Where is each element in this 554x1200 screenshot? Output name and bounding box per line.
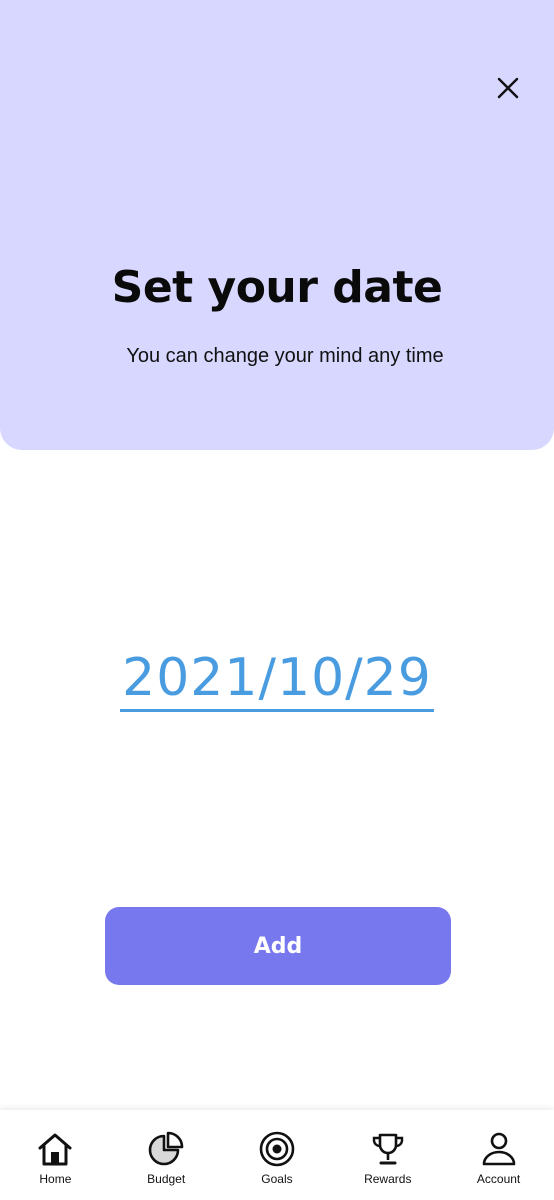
date-picker-field[interactable]: 2021/10/29 [0,648,554,712]
header-panel: Set your date You can change your mind a… [0,0,554,450]
target-icon [257,1130,297,1168]
nav-label-rewards: Rewards [364,1172,412,1186]
nav-item-rewards[interactable]: Rewards [338,1130,438,1186]
nav-label-goals: Goals [261,1172,293,1186]
page-title: Set your date [111,262,443,313]
nav-item-goals[interactable]: Goals [227,1130,327,1186]
nav-label-account: Account [476,1172,521,1186]
page-subtitle: You can change your mind any time [126,345,444,367]
trophy-icon [368,1130,408,1168]
pie-chart-icon [146,1130,186,1168]
nav-label-budget: Budget [147,1172,186,1186]
add-button[interactable]: Add [105,907,451,985]
bottom-navigation: Home Budget Goals Rewards Account [0,1110,554,1200]
nav-item-home[interactable]: Home [5,1130,105,1186]
close-button[interactable] [490,70,526,106]
nav-item-budget[interactable]: Budget [116,1130,216,1186]
close-icon [497,77,519,99]
nav-label-home: Home [39,1172,72,1186]
date-value[interactable]: 2021/10/29 [120,649,434,712]
nav-item-account[interactable]: Account [449,1130,549,1186]
home-icon [35,1130,75,1168]
user-icon [479,1130,519,1168]
